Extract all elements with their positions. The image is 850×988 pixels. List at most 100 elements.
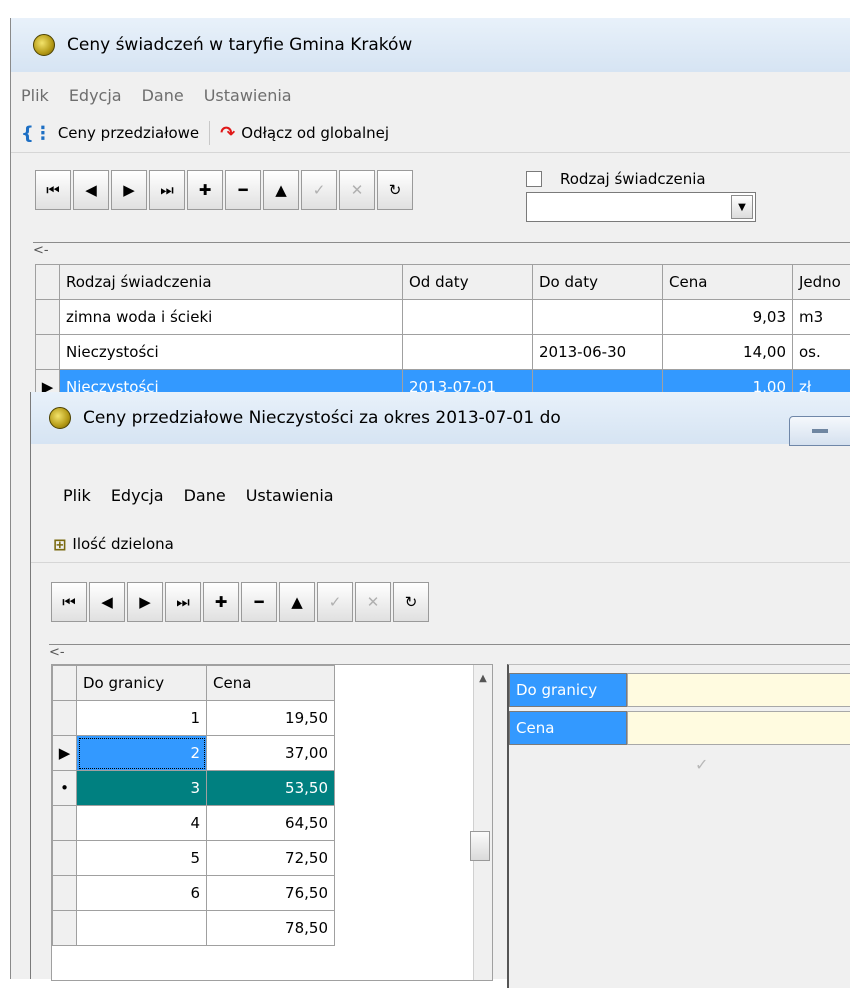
cell-do-granicy[interactable]: 1 (77, 701, 207, 736)
splitter-grip[interactable]: <- (49, 644, 850, 660)
nav-prior-button[interactable]: ◀ (89, 582, 125, 622)
detach-icon: ↷ (220, 123, 235, 144)
main-window-title: Ceny świadczeń w taryfie Gmina Kraków (67, 35, 412, 55)
cell-do-granicy[interactable] (77, 911, 207, 946)
sub-menubar: Plik Edycja Dane Ustawienia (31, 480, 344, 510)
cell-cena[interactable]: 37,00 (207, 736, 335, 771)
nav-refresh-button[interactable]: ↻ (377, 170, 413, 210)
cell-do-daty[interactable] (533, 300, 663, 335)
filter-combo[interactable]: ▼ (526, 192, 756, 222)
cell-rodzaj[interactable]: zimna woda i ścieki (60, 300, 403, 335)
menu-edycja[interactable]: Edycja (69, 86, 122, 105)
sub-grid[interactable]: Do granicy Cena 1 19,50 ▶ 2 37,00 • 3 53… (52, 665, 335, 946)
row-indicator (53, 911, 77, 946)
header-od-daty[interactable]: Od daty (403, 265, 533, 300)
label-cena: Cena (509, 711, 627, 745)
table-row[interactable]: 6 76,50 (53, 876, 335, 911)
menu-dane[interactable]: Dane (142, 86, 184, 105)
cell-do-granicy[interactable]: 4 (77, 806, 207, 841)
table-row[interactable]: 5 72,50 (53, 841, 335, 876)
nav-first-button[interactable]: ⏮ (51, 582, 87, 622)
nav-delete-button[interactable]: ━ (225, 170, 261, 210)
splitter-grip[interactable]: <- (33, 242, 850, 258)
filter-checkbox[interactable] (526, 171, 542, 187)
nav-next-button[interactable]: ▶ (111, 170, 147, 210)
cell-cena[interactable]: 53,50 (207, 771, 335, 806)
header-rodzaj[interactable]: Rodzaj świadczenia (60, 265, 403, 300)
menu-ustawienia[interactable]: Ustawienia (204, 86, 292, 105)
header-jednostka[interactable]: Jedno (793, 265, 850, 300)
nav-insert-button[interactable]: ✚ (187, 170, 223, 210)
nav-last-button[interactable]: ⏭ (165, 582, 201, 622)
main-grid[interactable]: Rodzaj świadczenia Od daty Do daty Cena … (35, 264, 850, 405)
table-row[interactable]: 1 19,50 (53, 701, 335, 736)
header-cena[interactable]: Cena (663, 265, 793, 300)
cell-cena[interactable]: 78,50 (207, 911, 335, 946)
nav-last-button[interactable]: ⏭ (149, 170, 185, 210)
nav-next-button[interactable]: ▶ (127, 582, 163, 622)
app-icon (49, 407, 71, 429)
menu-edycja[interactable]: Edycja (111, 486, 164, 505)
grid-header-row: Do granicy Cena (53, 666, 335, 701)
cell-do-granicy[interactable]: 3 (77, 771, 207, 806)
nav-prior-button[interactable]: ◀ (73, 170, 109, 210)
nav-cancel-button[interactable]: ✕ (339, 170, 375, 210)
row-indicator-bookmark: • (53, 771, 77, 806)
header-cena[interactable]: Cena (207, 666, 335, 701)
scroll-up-icon[interactable]: ▲ (474, 673, 492, 684)
nav-first-button[interactable]: ⏮ (35, 170, 71, 210)
cell-do-granicy-focused[interactable]: 2 (77, 736, 207, 771)
row-indicator (36, 300, 60, 335)
cell-od-daty[interactable] (403, 300, 533, 335)
cell-cena[interactable]: 19,50 (207, 701, 335, 736)
header-do-daty[interactable]: Do daty (533, 265, 663, 300)
braces-icon: {⋮ (21, 123, 52, 144)
cell-cena[interactable]: 14,00 (663, 335, 793, 370)
nav-post-button[interactable]: ✓ (317, 582, 353, 622)
cell-cena[interactable]: 9,03 (663, 300, 793, 335)
menu-ustawienia[interactable]: Ustawienia (246, 486, 334, 505)
sub-toolbar: ⊞ Ilość dzielona (31, 526, 850, 563)
cena-field[interactable] (627, 711, 850, 745)
header-do-granicy[interactable]: Do granicy (77, 666, 207, 701)
table-row-highlighted[interactable]: • 3 53,50 (53, 771, 335, 806)
detach-button[interactable]: Odłącz od globalnej (241, 124, 389, 142)
cell-do-daty[interactable]: 2013-06-30 (533, 335, 663, 370)
nav-refresh-button[interactable]: ↻ (393, 582, 429, 622)
split-quantity-button[interactable]: Ilość dzielona (72, 535, 173, 553)
intervals-button[interactable]: Ceny przedziałowe (58, 124, 199, 142)
row-indicator (53, 841, 77, 876)
cell-jednostka[interactable]: m3 (793, 300, 850, 335)
minimize-button[interactable] (789, 416, 850, 446)
table-row-current[interactable]: ▶ 2 37,00 (53, 736, 335, 771)
chevron-down-icon[interactable]: ▼ (731, 195, 753, 219)
nav-edit-button[interactable]: ▲ (263, 170, 299, 210)
sub-navigator: ⏮ ◀ ▶ ⏭ ✚ ━ ▲ ✓ ✕ ↻ (51, 582, 431, 622)
cell-cena[interactable]: 76,50 (207, 876, 335, 911)
cell-do-granicy[interactable]: 6 (77, 876, 207, 911)
table-row[interactable]: Nieczystości 2013-06-30 14,00 os. (36, 335, 850, 370)
do-granicy-field[interactable] (627, 673, 850, 707)
table-row[interactable]: 78,50 (53, 911, 335, 946)
menu-plik[interactable]: Plik (21, 86, 49, 105)
table-row[interactable]: 4 64,50 (53, 806, 335, 841)
cell-rodzaj[interactable]: Nieczystości (60, 335, 403, 370)
nav-cancel-button[interactable]: ✕ (355, 582, 391, 622)
cell-do-granicy[interactable]: 5 (77, 841, 207, 876)
main-titlebar: Ceny świadczeń w taryfie Gmina Kraków (11, 18, 850, 72)
field-row-granica: Do granicy (509, 673, 850, 707)
table-row[interactable]: zimna woda i ścieki 9,03 m3 (36, 300, 850, 335)
nav-post-button[interactable]: ✓ (301, 170, 337, 210)
cell-jednostka[interactable]: os. (793, 335, 850, 370)
cell-od-daty[interactable] (403, 335, 533, 370)
menu-dane[interactable]: Dane (184, 486, 226, 505)
cell-cena[interactable]: 64,50 (207, 806, 335, 841)
sub-grid-scrollbar[interactable]: ▲ (473, 665, 492, 980)
menu-plik[interactable]: Plik (63, 486, 91, 505)
cell-cena[interactable]: 72,50 (207, 841, 335, 876)
scroll-thumb[interactable] (470, 831, 490, 861)
nav-edit-button[interactable]: ▲ (279, 582, 315, 622)
nav-delete-button[interactable]: ━ (241, 582, 277, 622)
sub-window: Ceny przedziałowe Nieczystości za okres … (30, 392, 850, 979)
nav-insert-button[interactable]: ✚ (203, 582, 239, 622)
